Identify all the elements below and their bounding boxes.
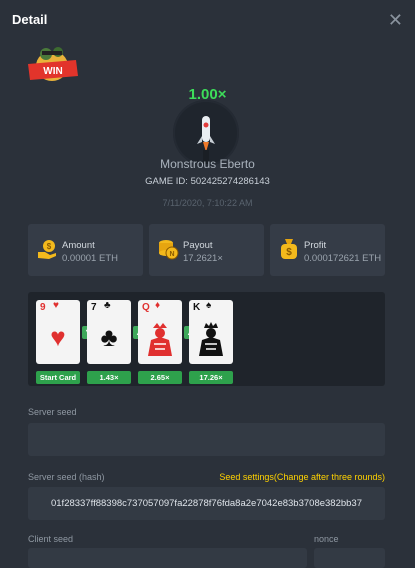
header: Detail ✕: [0, 0, 415, 40]
stat-payout: N Payout 17.2621×: [149, 224, 264, 276]
playing-card: Q ♦: [138, 300, 182, 364]
king-figure-icon: [189, 322, 233, 362]
card-suit: ♠: [206, 300, 212, 311]
coin-stack-icon: N: [157, 238, 179, 260]
card-suit: ♣: [104, 300, 111, 311]
server-hash-label: Server seed (hash): [28, 472, 105, 482]
card-suit: ♥: [53, 300, 59, 311]
card-rank: 7: [91, 302, 97, 313]
stat-amount: $ Amount 0.00001 ETH: [28, 224, 143, 276]
seed-settings-link[interactable]: Seed settings(Change after three rounds): [219, 472, 385, 482]
close-icon[interactable]: ✕: [388, 10, 403, 31]
card-suit: ♦: [155, 300, 161, 311]
page-title: Detail: [12, 12, 48, 27]
coin-hand-icon: $: [36, 238, 58, 260]
nonce-label: nonce: [314, 534, 339, 544]
nonce-field[interactable]: [314, 548, 385, 568]
start-card-button[interactable]: Start Card: [36, 371, 80, 384]
playing-card: K ♠: [189, 300, 233, 364]
heart-icon: ♥: [50, 322, 66, 352]
playing-card: 9 ♥ ♥: [36, 300, 80, 364]
server-seed-field[interactable]: [28, 423, 385, 456]
stat-payout-value: 17.2621×: [183, 253, 223, 264]
card-rank: Q: [142, 302, 150, 313]
client-seed-field[interactable]: [28, 548, 307, 568]
stat-amount-value: 0.00001 ETH: [62, 253, 118, 264]
multiplier-button[interactable]: 1.43×: [87, 371, 131, 384]
server-hash-field[interactable]: 01f28337ff88398c737057097fa22878f76fda8a…: [28, 487, 385, 520]
game-id: GAME ID: 502425274286143: [145, 176, 270, 187]
queen-figure-icon: [138, 322, 182, 362]
stat-profit: $ Profit 0.000172621 ETH: [270, 224, 385, 276]
playing-card: 7 ♣ ♣: [87, 300, 131, 364]
club-icon: ♣: [100, 322, 118, 352]
svg-text:$: $: [47, 242, 52, 251]
game-time: 7/11/2020, 7:10:22 AM: [162, 198, 253, 208]
win-badge-label: WIN: [43, 66, 62, 77]
stat-amount-label: Amount: [62, 240, 95, 251]
win-badge-icon: WIN: [24, 42, 80, 92]
player-name: Monstrous Eberto: [160, 157, 255, 171]
server-hash-value: 01f28337ff88398c737057097fa22878f76fda8a…: [50, 498, 362, 509]
multiplier-button[interactable]: 17.26×: [189, 371, 233, 384]
client-seed-label: Client seed: [28, 534, 74, 544]
server-seed-label: Server seed: [28, 407, 77, 417]
card-rank: K: [193, 302, 201, 313]
cards-panel: 9 ♥ ♥ ▼ 7 ♣ ♣ ▲ Q ♦ ▲ K ♠: [28, 292, 385, 386]
stat-profit-value: 0.000172621 ETH: [304, 253, 382, 264]
multiplier-button[interactable]: 2.65×: [138, 371, 182, 384]
svg-text:$: $: [286, 247, 292, 258]
stat-payout-label: Payout: [183, 240, 213, 251]
money-bag-icon: $: [278, 238, 300, 260]
stat-profit-label: Profit: [304, 240, 327, 251]
svg-text:N: N: [169, 251, 174, 258]
card-rank: 9: [40, 302, 46, 313]
